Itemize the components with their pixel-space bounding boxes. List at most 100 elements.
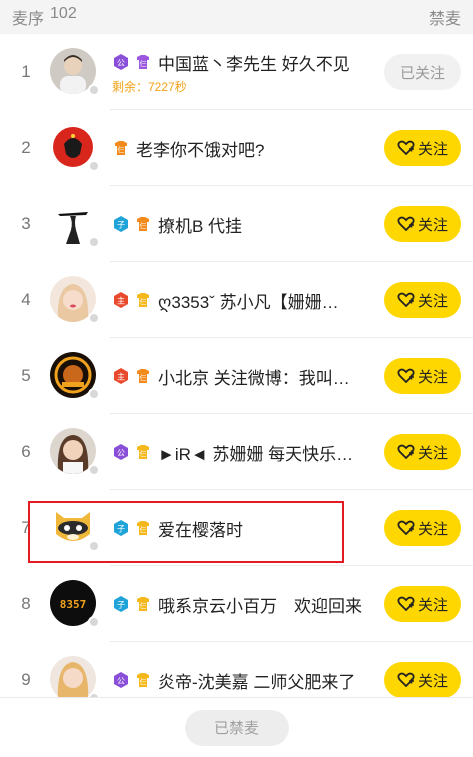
avatar[interactable]: [50, 200, 100, 248]
followed-label: 已关注: [399, 64, 445, 82]
follow-button[interactable]: 关注: [384, 510, 461, 546]
row-content: 仨 老李你不饿对吧?: [112, 136, 384, 161]
svg-text:子: 子: [117, 601, 125, 610]
heart-plus-icon: [397, 140, 415, 156]
vip-shirt-badge-icon: 仨: [134, 53, 152, 71]
heart-plus-icon: [397, 596, 415, 612]
avatar[interactable]: 8357: [50, 580, 100, 628]
user-name: 哦系京云小百万 欢迎回来: [158, 596, 362, 616]
heart-plus-icon: [397, 368, 415, 384]
row-content: 公 仨 炎帝-沈美嘉 二师父肥来了: [112, 668, 384, 693]
row-content: 主 仨 ღ3353ˇ 苏小凡【姗姗…: [112, 288, 384, 313]
svg-text:仨: 仨: [140, 449, 147, 458]
svg-text:仨: 仨: [140, 525, 147, 534]
row-name-line: 主 仨 小北京 关注微博：我叫…: [112, 364, 384, 389]
status-dot: [88, 312, 100, 324]
level-badge-icon: 公: [112, 671, 130, 689]
row-rank: 7: [21, 518, 31, 537]
mic-banned-button[interactable]: 已禁麦: [184, 709, 289, 746]
follow-label: 关注: [417, 596, 448, 614]
heart-plus-icon: [397, 292, 415, 308]
avatar[interactable]: [50, 276, 100, 324]
row-name-line: 主 仨 ღ3353ˇ 苏小凡【姗姗…: [112, 288, 384, 313]
svg-text:仨: 仨: [118, 145, 125, 154]
svg-text:子: 子: [117, 525, 125, 534]
countdown-text: 剩余：7227秒: [112, 79, 187, 94]
svg-text:仨: 仨: [140, 677, 147, 686]
row-rank: 4: [21, 290, 31, 309]
svg-text:主: 主: [117, 296, 125, 306]
user-name: 中国蓝丶李先生 好久不见: [158, 54, 350, 74]
follow-label: 关注: [417, 140, 448, 158]
heart-plus-icon: [397, 444, 415, 460]
level-badge-icon: 子: [112, 595, 130, 613]
heart-plus-icon: [397, 672, 415, 688]
avatar[interactable]: [50, 124, 100, 172]
row-name-line: 子 仨 哦系京云小百万 欢迎回来: [112, 592, 384, 617]
vip-shirt-badge-icon: 仨: [112, 139, 130, 157]
queue-title-group: 麦序 102: [12, 5, 77, 29]
follow-button[interactable]: 关注: [384, 206, 461, 242]
svg-text:仨: 仨: [140, 59, 147, 68]
follow-button[interactable]: 关注: [384, 662, 461, 698]
avatar[interactable]: [50, 504, 100, 552]
heart-plus-icon: [397, 520, 415, 536]
heart-plus-icon: [397, 216, 415, 232]
row-rank: 8: [21, 594, 31, 613]
vip-shirt-badge-icon: 仨: [134, 291, 152, 309]
avatar[interactable]: [50, 352, 100, 400]
row-rank: 3: [21, 214, 31, 233]
level-badge-icon: 主: [112, 367, 130, 385]
user-name: ღ3353ˇ 苏小凡【姗姗…: [158, 292, 339, 312]
follow-button[interactable]: 关注: [384, 282, 461, 318]
row-rank: 1: [21, 62, 31, 81]
svg-text:公: 公: [117, 59, 125, 68]
row-name-line: 仨 老李你不饿对吧?: [112, 136, 384, 161]
user-name: 爱在樱落时: [158, 520, 243, 540]
user-name: 小北京 关注微博：我叫…: [158, 368, 350, 388]
queue-row: 1 公 仨 中国蓝丶李先生 好久不见 剩余：7227秒 已关注: [0, 34, 473, 110]
level-badge-icon: 主: [112, 291, 130, 309]
queue-row: 5 主 仨 小北京 关注微博：我叫… 关注: [0, 338, 473, 414]
queue-row: 4 主 仨 ღ3353ˇ 苏小凡【姗姗… 关注: [0, 262, 473, 338]
mic-banned-label: 已禁麦: [213, 720, 259, 737]
footer-bar: 已禁麦: [0, 697, 473, 757]
queue-header: 麦序 102 禁麦: [0, 0, 473, 34]
queue-row: 8 8357 子 仨 哦系京云小百万 欢迎回来 关注: [0, 566, 473, 642]
status-dot: [88, 464, 100, 476]
follow-button[interactable]: 关注: [384, 130, 461, 166]
svg-text:主: 主: [117, 372, 125, 382]
avatar[interactable]: [50, 48, 100, 96]
queue-count: 102: [50, 5, 77, 22]
svg-text:子: 子: [117, 221, 125, 230]
status-dot: [88, 616, 100, 628]
row-rank: 9: [21, 670, 31, 689]
follow-button[interactable]: 关注: [384, 434, 461, 470]
row-name-line: 公 仨 中国蓝丶李先生 好久不见: [112, 50, 384, 75]
avatar[interactable]: [50, 428, 100, 476]
vip-shirt-badge-icon: 仨: [134, 595, 152, 613]
ban-mic-action[interactable]: 禁麦: [429, 5, 461, 29]
vip-shirt-badge-icon: 仨: [134, 519, 152, 537]
row-content: 公 仨 ►iR◄ 苏姗姗 每天快乐…: [112, 440, 384, 465]
user-name: 撩机B 代挂: [158, 216, 243, 236]
status-dot: [88, 84, 100, 96]
followed-button[interactable]: 已关注: [384, 54, 461, 90]
follow-button[interactable]: 关注: [384, 586, 461, 622]
status-dot: [88, 540, 100, 552]
row-content: 公 仨 中国蓝丶李先生 好久不见 剩余：7227秒: [112, 50, 384, 95]
level-badge-icon: 公: [112, 443, 130, 461]
svg-text:仨: 仨: [140, 221, 147, 230]
follow-label: 关注: [417, 216, 448, 234]
follow-label: 关注: [417, 672, 448, 690]
follow-label: 关注: [417, 292, 448, 310]
follow-button[interactable]: 关注: [384, 358, 461, 394]
row-rank: 2: [21, 138, 31, 157]
queue-row: 6 公 仨 ►iR◄ 苏姗姗 每天快乐… 关注: [0, 414, 473, 490]
status-dot: [88, 388, 100, 400]
row-content: 子 仨 撩机B 代挂: [112, 212, 384, 237]
level-badge-icon: 公: [112, 53, 130, 71]
svg-text:仨: 仨: [140, 297, 147, 306]
queue-row: 2 仨 老李你不饿对吧? 关注: [0, 110, 473, 186]
user-name: ►iR◄ 苏姗姗 每天快乐…: [158, 444, 354, 464]
